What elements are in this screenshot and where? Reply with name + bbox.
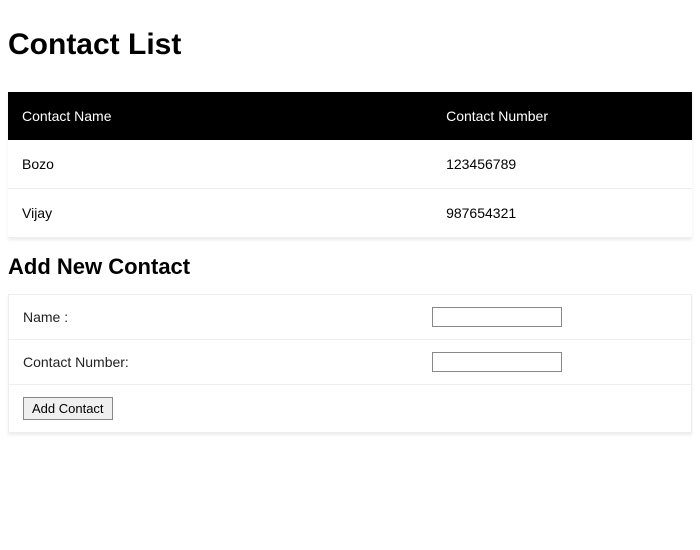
table-row: Vijay 987654321 — [8, 189, 692, 238]
submit-cell: Add Contact — [9, 385, 692, 433]
contact-number-cell: 123456789 — [432, 140, 692, 189]
table-header-name: Contact Name — [8, 92, 432, 140]
add-contact-form: Name : Contact Number: Add Contact — [8, 294, 692, 433]
table-row: Bozo 123456789 — [8, 140, 692, 189]
table-header-row: Contact Name Contact Number — [8, 92, 692, 140]
contact-name-cell: Bozo — [8, 140, 432, 189]
table-header-number: Contact Number — [432, 92, 692, 140]
name-input[interactable] — [432, 307, 562, 327]
add-contact-button[interactable]: Add Contact — [23, 397, 113, 420]
add-contact-title: Add New Contact — [8, 254, 692, 280]
form-row-submit: Add Contact — [9, 385, 692, 433]
number-input-cell — [418, 340, 691, 385]
contact-number-input[interactable] — [432, 352, 562, 372]
number-label: Contact Number: — [9, 340, 419, 385]
contact-table: Contact Name Contact Number Bozo 1234567… — [8, 92, 692, 238]
page-title: Contact List — [8, 28, 692, 62]
name-input-cell — [418, 295, 691, 340]
name-label: Name : — [9, 295, 419, 340]
form-row-number: Contact Number: — [9, 340, 692, 385]
contact-name-cell: Vijay — [8, 189, 432, 238]
contact-number-cell: 987654321 — [432, 189, 692, 238]
form-row-name: Name : — [9, 295, 692, 340]
